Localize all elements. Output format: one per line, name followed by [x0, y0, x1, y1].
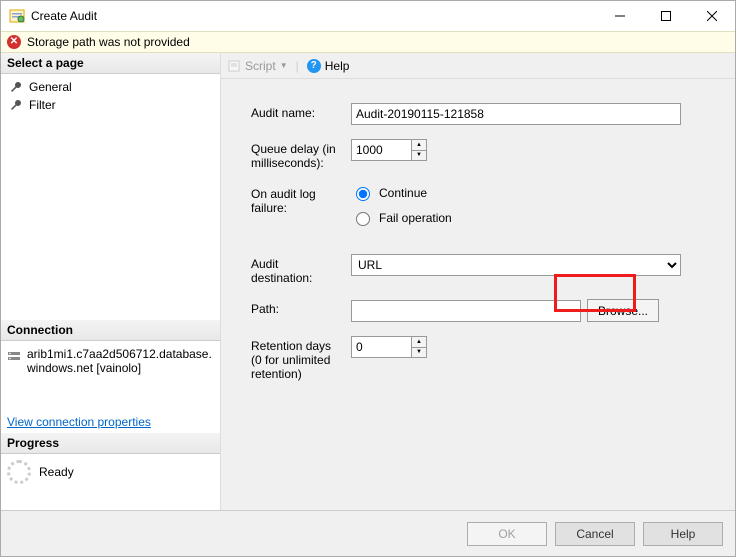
maximize-button[interactable] — [643, 1, 689, 31]
select-page-header: Select a page — [1, 53, 220, 74]
error-icon: ✕ — [7, 35, 21, 49]
stepper-up-button[interactable]: ▲ — [412, 140, 426, 151]
progress-header: Progress — [1, 433, 220, 454]
queue-delay-stepper[interactable]: ▲ ▼ — [351, 139, 427, 161]
server-icon — [7, 349, 21, 363]
wrench-icon — [9, 98, 23, 112]
title-bar: Create Audit — [1, 1, 735, 31]
retention-input[interactable] — [351, 336, 411, 358]
stepper-up-button[interactable]: ▲ — [412, 337, 426, 348]
window-title: Create Audit — [31, 9, 597, 23]
radio-fail-label: Fail operation — [379, 211, 452, 225]
app-icon — [9, 8, 25, 24]
progress-spinner-icon — [7, 460, 31, 484]
path-input[interactable] — [351, 300, 581, 322]
chevron-down-icon: ▼ — [280, 61, 288, 70]
retention-stepper[interactable]: ▲ ▼ — [351, 336, 427, 358]
nav-item-filter[interactable]: Filter — [7, 96, 214, 114]
script-icon — [227, 59, 241, 73]
help-button-footer[interactable]: Help — [643, 522, 723, 546]
connection-text-2: windows.net [vainolo] — [27, 361, 212, 375]
browse-button[interactable]: Browse... — [587, 299, 659, 322]
path-label: Path: — [251, 299, 351, 316]
minimize-button[interactable] — [597, 1, 643, 31]
script-button[interactable]: Script ▼ — [227, 59, 288, 73]
help-icon: ? — [307, 59, 321, 73]
audit-name-input[interactable] — [351, 103, 681, 125]
stepper-down-button[interactable]: ▼ — [412, 151, 426, 161]
script-label: Script — [245, 59, 276, 73]
connection-header: Connection — [1, 320, 220, 341]
on-failure-label: On audit log failure: — [251, 184, 351, 215]
wrench-icon — [9, 80, 23, 94]
nav-label-filter: Filter — [29, 98, 56, 112]
main-panel: Script ▼ | ? Help Audit name: Queue dela… — [221, 53, 735, 510]
toolbar-separator: | — [296, 59, 299, 73]
help-label: Help — [325, 59, 350, 73]
queue-delay-label: Queue delay (in milliseconds): — [251, 139, 351, 170]
retention-label: Retention days (0 for unlimited retentio… — [251, 336, 351, 381]
stepper-down-button[interactable]: ▼ — [412, 348, 426, 358]
nav-item-general[interactable]: General — [7, 78, 214, 96]
connection-text-1: arib1mi1.c7aa2d506712.database. — [27, 347, 212, 361]
close-button[interactable] — [689, 1, 735, 31]
left-panel: Select a page General Filter Connection … — [1, 53, 221, 510]
ok-button[interactable]: OK — [467, 522, 547, 546]
audit-name-label: Audit name: — [251, 103, 351, 120]
nav-label-general: General — [29, 80, 72, 94]
audit-destination-select[interactable]: URL — [351, 254, 681, 276]
radio-fail-input[interactable] — [356, 212, 370, 226]
view-connection-properties-link[interactable]: View connection properties — [1, 411, 220, 433]
radio-continue-label: Continue — [379, 186, 427, 200]
audit-destination-label: Audit destination: — [251, 254, 351, 285]
queue-delay-input[interactable] — [351, 139, 411, 161]
radio-continue[interactable]: Continue — [351, 184, 452, 201]
help-button[interactable]: ? Help — [307, 59, 350, 73]
cancel-button[interactable]: Cancel — [555, 522, 635, 546]
progress-status: Ready — [39, 465, 74, 479]
toolbar: Script ▼ | ? Help — [221, 53, 735, 79]
error-bar: ✕ Storage path was not provided — [1, 31, 735, 53]
audit-form: Audit name: Queue delay (in milliseconds… — [221, 79, 735, 405]
radio-fail-operation[interactable]: Fail operation — [351, 209, 452, 226]
dialog-footer: OK Cancel Help — [1, 510, 735, 556]
radio-continue-input[interactable] — [356, 187, 370, 201]
error-text: Storage path was not provided — [27, 35, 190, 49]
